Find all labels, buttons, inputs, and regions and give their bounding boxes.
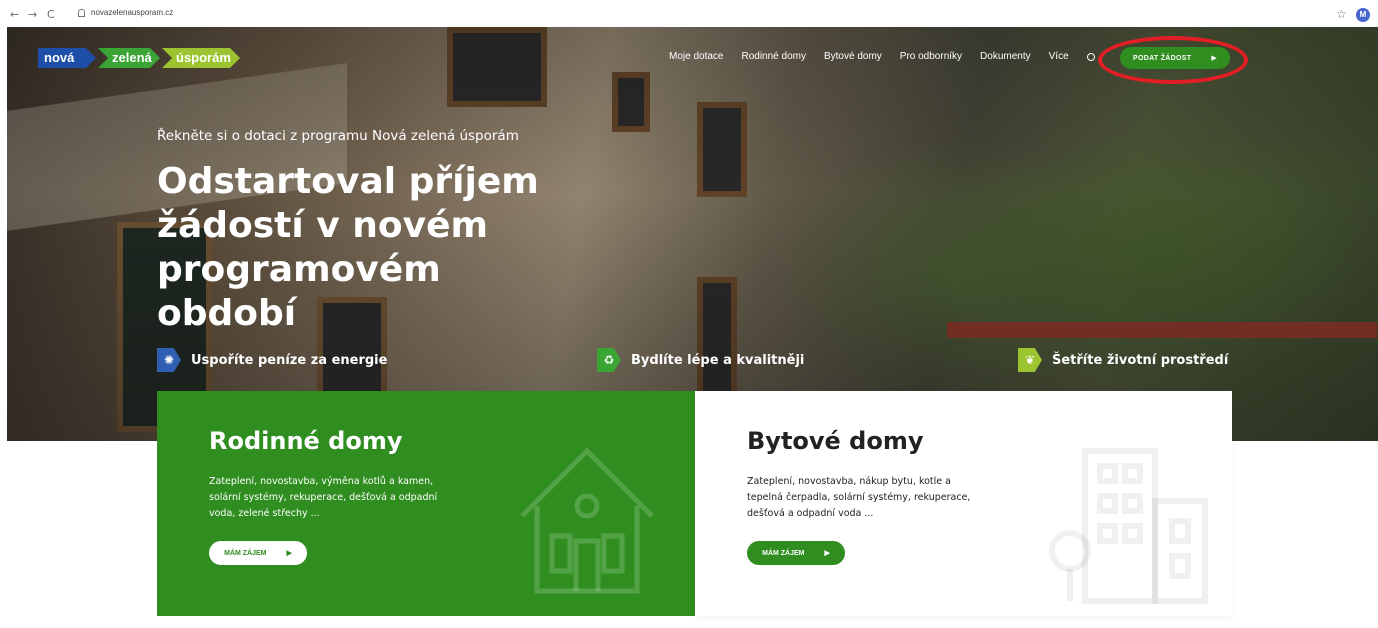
lock-icon bbox=[78, 8, 85, 17]
hero-kicker: Řekněte si o dotaci z programu Nová zele… bbox=[157, 128, 519, 144]
hero-headline: Odstartoval příjem žádostí v novém progr… bbox=[157, 161, 539, 334]
nav-item-dokumenty[interactable]: Dokumenty bbox=[980, 51, 1031, 62]
browser-toolbar: ← → C novazelenausporam.cz ☆ M bbox=[0, 0, 1378, 30]
nav-item-bytove-domy[interactable]: Bytové domy bbox=[824, 51, 882, 62]
button-label: MÁM ZÁJEM bbox=[224, 549, 267, 557]
nav-item-pro-odborniky[interactable]: Pro odborníky bbox=[900, 51, 962, 62]
feature-label: Šetříte životní prostředí bbox=[1052, 352, 1229, 368]
leaf-icon: ❦ bbox=[1018, 348, 1042, 372]
site-logo[interactable]: nová zelená úsporám bbox=[38, 48, 242, 68]
highlight-circle bbox=[1098, 36, 1248, 84]
building-icon bbox=[1049, 448, 1208, 604]
logo-part-usporam: úsporám bbox=[162, 48, 240, 68]
main-nav: Moje dotace Rodinné domy Bytové domy Pro… bbox=[669, 51, 1095, 62]
nav-item-rodinne-domy[interactable]: Rodinné domy bbox=[741, 51, 805, 62]
feature-label: Uspoříte peníze za energie bbox=[191, 352, 388, 368]
card-title: Rodinné domy bbox=[209, 427, 403, 455]
back-icon[interactable]: ← bbox=[10, 8, 19, 21]
reload-icon[interactable]: C bbox=[47, 8, 55, 21]
card-family-houses[interactable]: Rodinné domy Zateplení, novostavba, výmě… bbox=[157, 391, 695, 616]
forward-icon[interactable]: → bbox=[28, 8, 37, 21]
card-title: Bytové domy bbox=[747, 427, 924, 455]
nav-item-vice[interactable]: Více bbox=[1049, 51, 1069, 62]
play-arrow-icon: ▶ bbox=[286, 550, 292, 557]
search-icon[interactable] bbox=[1086, 53, 1095, 61]
play-arrow-icon: ▶ bbox=[824, 550, 830, 557]
lightbulb-icon: ✺ bbox=[157, 348, 181, 372]
profile-avatar[interactable]: M bbox=[1356, 8, 1370, 22]
feature-label: Bydlíte lépe a kvalitněji bbox=[631, 352, 805, 368]
button-label: MÁM ZÁJEM bbox=[762, 549, 805, 557]
recycle-icon: ♻ bbox=[597, 348, 621, 372]
interest-button-family[interactable]: MÁM ZÁJEM ▶ bbox=[209, 541, 307, 565]
logo-part-nova: nová bbox=[38, 48, 96, 68]
url-text: novazelenausporam.cz bbox=[91, 8, 174, 17]
bookmark-star-icon[interactable]: ☆ bbox=[1336, 7, 1347, 21]
logo-part-zelena: zelená bbox=[98, 48, 160, 68]
nav-item-moje-dotace[interactable]: Moje dotace bbox=[669, 51, 723, 62]
feature-energy: ✺ Uspoříte peníze za energie bbox=[157, 348, 387, 372]
card-description: Zateplení, novostavba, výměna kotlů a ka… bbox=[209, 476, 438, 519]
address-bar[interactable]: novazelenausporam.cz bbox=[78, 8, 173, 17]
feature-living: ♻ Bydlíte lépe a kvalitněji bbox=[597, 348, 804, 372]
interest-button-apartment[interactable]: MÁM ZÁJEM ▶ bbox=[747, 541, 845, 565]
card-description: Zateplení, novostavba, nákup bytu, kotle… bbox=[747, 476, 971, 519]
feature-environment: ❦ Šetříte životní prostředí bbox=[1018, 348, 1228, 372]
card-apartment-buildings[interactable]: Bytové domy Zateplení, novostavba, nákup… bbox=[695, 391, 1232, 616]
house-icon bbox=[520, 447, 654, 594]
